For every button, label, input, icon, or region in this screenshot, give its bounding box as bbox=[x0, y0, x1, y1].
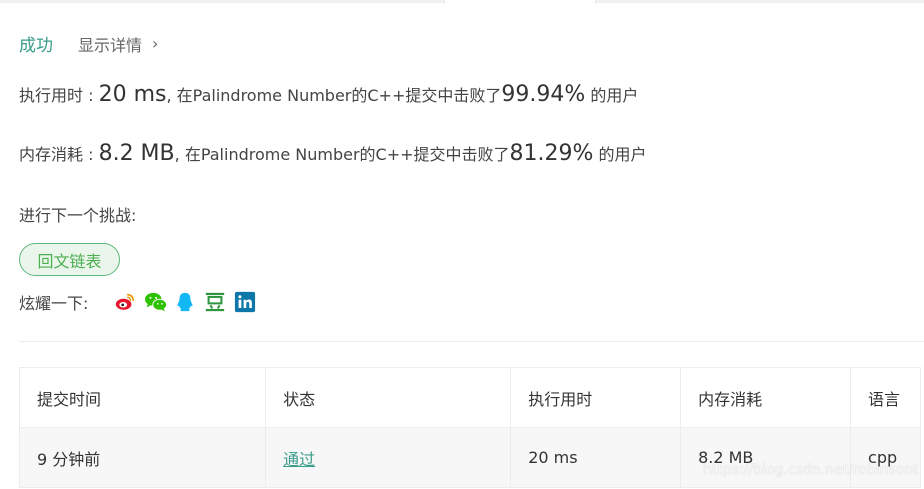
wechat-icon[interactable] bbox=[144, 291, 168, 313]
share-row: 炫耀一下: bbox=[19, 290, 264, 314]
cell-runtime: 20 ms bbox=[510, 427, 682, 488]
share-label: 炫耀一下: bbox=[19, 294, 89, 313]
cell-status: 通过 bbox=[265, 427, 512, 488]
douban-icon[interactable] bbox=[204, 291, 226, 313]
header-submit-time: 提交时间 bbox=[18, 367, 267, 428]
show-details-link[interactable]: 显示详情 › bbox=[78, 32, 158, 56]
header-language: 语言 bbox=[850, 367, 921, 428]
memory-value: 8.2 MB bbox=[98, 141, 175, 166]
next-challenge-label: 进行下一个挑战: bbox=[19, 206, 137, 225]
memory-summary: 内存消耗 : 8.2 MB, 在Palindrome Number的C++提交中… bbox=[19, 141, 647, 166]
memory-label: 内存消耗 : bbox=[19, 145, 99, 164]
runtime-percent: 99.94% bbox=[501, 82, 586, 107]
chevron-right-icon: › bbox=[152, 34, 159, 53]
memory-middle-text: , 在Palindrome Number的C++提交中击败了 bbox=[174, 145, 510, 164]
header-status: 状态 bbox=[265, 367, 512, 428]
section-divider bbox=[19, 341, 924, 342]
runtime-suffix: 的用户 bbox=[585, 86, 639, 105]
runtime-middle-text: , 在Palindrome Number的C++提交中击败了 bbox=[166, 86, 502, 105]
top-tab-border bbox=[0, 0, 924, 3]
qq-icon[interactable] bbox=[174, 291, 196, 313]
cell-memory: 8.2 MB bbox=[680, 427, 852, 488]
watermark-text: https://blog.csdn.net/robinsont bbox=[703, 462, 919, 478]
table-header-row: 提交时间 状态 执行用时 内存消耗 语言 bbox=[18, 367, 921, 428]
cell-submit-time: 9 分钟前 bbox=[18, 427, 267, 488]
weibo-icon[interactable] bbox=[114, 291, 136, 313]
cell-language: cpp bbox=[850, 427, 921, 488]
header-memory: 内存消耗 bbox=[680, 367, 852, 428]
runtime-value: 20 ms bbox=[98, 82, 167, 107]
header-runtime: 执行用时 bbox=[510, 367, 682, 428]
status-pass-link[interactable]: 通过 bbox=[283, 450, 315, 469]
status-success-text: 成功 bbox=[19, 36, 53, 56]
memory-percent: 81.29% bbox=[509, 141, 594, 166]
runtime-summary: 执行用时 : 20 ms, 在Palindrome Number的C++提交中击… bbox=[19, 82, 638, 107]
next-challenge-button[interactable]: 回文链表 bbox=[19, 243, 120, 276]
active-tab-gap bbox=[444, 0, 596, 3]
linkedin-icon[interactable] bbox=[234, 291, 256, 313]
memory-suffix: 的用户 bbox=[593, 145, 647, 164]
runtime-label: 执行用时 : bbox=[19, 86, 99, 105]
table-row: 9 分钟前 通过 20 ms 8.2 MB cpp bbox=[18, 427, 921, 488]
show-details-label: 显示详情 bbox=[78, 35, 143, 55]
status-row: 成功 显示详情 › bbox=[19, 31, 158, 56]
